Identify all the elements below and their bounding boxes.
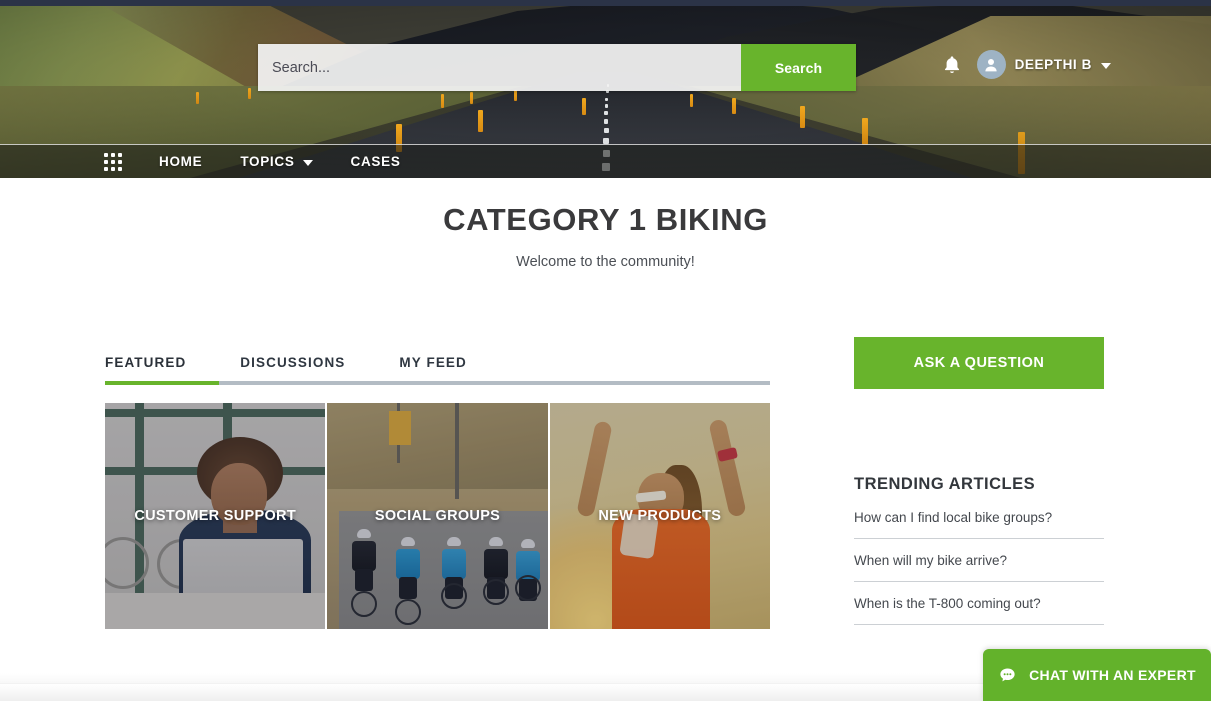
- content-tabs: FEATURED DISCUSSIONS MY FEED: [105, 355, 770, 385]
- page-header: CATEGORY 1 BIKING Welcome to the communi…: [0, 202, 1211, 270]
- person-avatar-icon: [985, 58, 997, 71]
- tab-featured[interactable]: FEATURED: [105, 355, 186, 381]
- search-bar: Search: [258, 44, 856, 91]
- chat-bubble-icon: [1000, 668, 1015, 681]
- list-item: When will my bike arrive?: [854, 553, 1104, 582]
- featured-card-label: SOCIAL GROUPS: [374, 508, 501, 524]
- main-navigation: HOME TOPICS CASES: [0, 144, 1211, 178]
- chevron-down-icon: [302, 159, 313, 166]
- trending-article-link[interactable]: When is the T-800 coming out?: [854, 596, 1104, 611]
- nav-item-home-label: HOME: [159, 154, 203, 169]
- featured-card-customer-support[interactable]: CUSTOMER SUPPORT: [105, 403, 326, 629]
- bell-icon[interactable]: [941, 53, 963, 77]
- avatar: [976, 50, 1006, 79]
- waffle-grid-icon[interactable]: [104, 152, 122, 171]
- chevron-down-icon: [1101, 62, 1111, 69]
- community-page: Search DEEPTHI B: [0, 0, 1211, 701]
- featured-card-social-groups[interactable]: SOCIAL GROUPS: [327, 403, 548, 629]
- ask-a-question-button[interactable]: ASK A QUESTION: [854, 337, 1104, 389]
- chat-widget-label: CHAT WITH AN EXPERT: [1029, 667, 1196, 683]
- trending-articles-list: How can I find local bike groups? When w…: [854, 510, 1104, 625]
- list-item: How can I find local bike groups?: [854, 510, 1104, 539]
- trending-article-link[interactable]: When will my bike arrive?: [854, 553, 1104, 568]
- page-subtitle: Welcome to the community!: [516, 254, 695, 270]
- list-item: When is the T-800 coming out?: [854, 596, 1104, 625]
- trending-articles-title: TRENDING ARTICLES: [854, 475, 1036, 493]
- featured-card-new-products[interactable]: NEW PRODUCTS: [549, 403, 770, 629]
- nav-item-home[interactable]: HOME: [149, 154, 212, 169]
- featured-card-label: NEW PRODUCTS: [598, 508, 722, 524]
- search-button[interactable]: Search: [741, 44, 856, 91]
- nav-item-topics-label: TOPICS: [240, 154, 295, 169]
- tab-my-feed[interactable]: MY FEED: [399, 355, 466, 381]
- chat-with-an-expert-button[interactable]: CHAT WITH AN EXPERT: [983, 649, 1211, 701]
- right-sidebar: ASK A QUESTION TRENDING ARTICLES How can…: [854, 337, 1104, 639]
- page-title: CATEGORY 1 BIKING: [443, 202, 768, 237]
- tab-rail: [105, 381, 770, 385]
- user-menu[interactable]: DEEPTHI B: [976, 50, 1111, 79]
- featured-card-label: CUSTOMER SUPPORT: [134, 508, 296, 524]
- user-name-label: DEEPTHI B: [1014, 57, 1092, 72]
- header-user-area: DEEPTHI B: [941, 50, 1111, 79]
- nav-item-topics[interactable]: TOPICS: [230, 154, 322, 169]
- trending-article-link[interactable]: How can I find local bike groups?: [854, 510, 1104, 525]
- nav-item-cases[interactable]: CASES: [341, 154, 411, 169]
- featured-cards: CUSTOMER SUPPORT SOCIAL GROUPS NEW PRODU…: [105, 403, 770, 629]
- search-input[interactable]: [258, 44, 741, 91]
- nav-item-cases-label: CASES: [350, 154, 401, 169]
- tab-active-indicator: [105, 381, 219, 385]
- tab-discussions[interactable]: DISCUSSIONS: [240, 355, 345, 381]
